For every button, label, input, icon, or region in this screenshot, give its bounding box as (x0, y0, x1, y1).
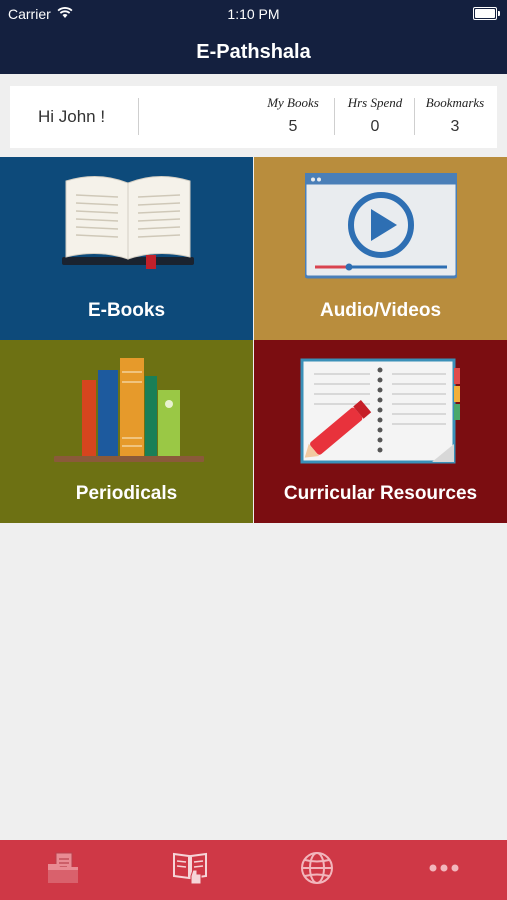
stat-hrs-spend[interactable]: Hrs Spend 0 (336, 86, 414, 148)
tab-web[interactable] (254, 840, 380, 900)
tile-curricular-resources[interactable]: Curricular Resources (254, 340, 507, 523)
stats-divider (334, 98, 335, 135)
stats-divider (138, 98, 139, 135)
status-time: 1:10 PM (227, 6, 280, 22)
tile-periodicals[interactable]: Periodicals (0, 340, 253, 523)
stat-label-my-books: My Books (267, 95, 319, 110)
tab-documents[interactable] (0, 840, 126, 900)
books-shelf-icon (54, 358, 204, 462)
stat-value-my-books: 5 (288, 118, 298, 135)
tile-ebooks[interactable]: E-Books (0, 157, 253, 340)
greeting-text: Hi John ! (38, 107, 106, 126)
stat-label-hrs-spend: Hrs Spend (347, 95, 403, 110)
app-title: E-Pathshala (196, 41, 311, 63)
tab-reader[interactable] (127, 840, 253, 900)
globe-icon (299, 850, 335, 891)
app-header: Carrier 1:10 PM E-Pathshala (0, 0, 507, 74)
tile-audio-videos[interactable]: Audio/Videos (254, 157, 507, 340)
tab-more[interactable] (381, 840, 507, 900)
stat-value-bookmarks: 3 (450, 118, 460, 135)
tile-label-audio-videos: Audio/Videos (319, 300, 442, 321)
more-icon (426, 861, 462, 879)
stats-card: Hi John ! My Books 5 Hrs Spend 0 Bookmar… (10, 86, 497, 148)
stat-value-hrs-spend: 0 (370, 118, 380, 135)
stats-divider (414, 98, 415, 135)
tile-label-periodicals: Periodicals (75, 483, 178, 504)
tile-label-curricular-resources: Curricular Resources (283, 483, 478, 504)
stat-bookmarks[interactable]: Bookmarks 3 (416, 86, 494, 148)
reader-book-icon (171, 850, 209, 891)
open-book-icon (62, 175, 194, 269)
stat-label-bookmarks: Bookmarks (425, 95, 485, 110)
battery-icon (473, 7, 500, 20)
tile-label-ebooks: E-Books (87, 300, 166, 321)
video-player-icon (305, 173, 457, 279)
tab-bar (0, 840, 507, 900)
notebook-pen-icon (300, 358, 460, 464)
folder-document-icon (45, 850, 81, 891)
status-bar: Carrier 1:10 PM (0, 0, 507, 28)
stat-my-books[interactable]: My Books 5 (254, 86, 332, 148)
